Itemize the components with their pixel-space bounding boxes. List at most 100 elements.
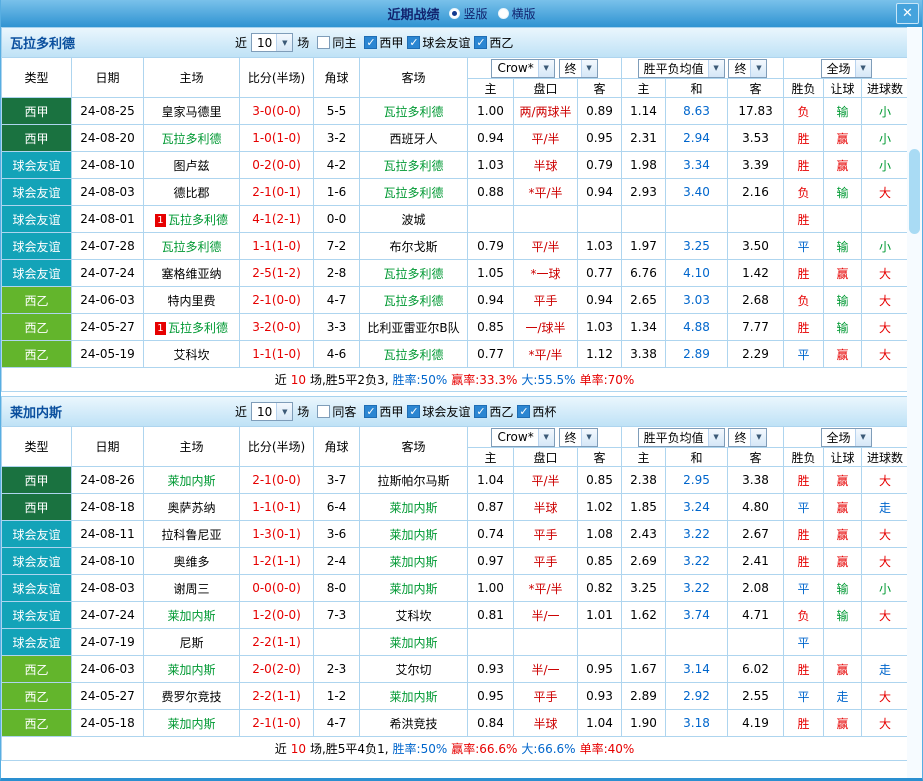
corners: 3-3 xyxy=(313,313,360,341)
avg-type-select[interactable]: 胜平负均值 ▼ xyxy=(637,427,725,447)
avg-away: 1.42 xyxy=(727,259,785,287)
odds-company-select[interactable]: Crow* ▼ xyxy=(491,58,555,78)
avg-draw: 2.89 xyxy=(665,340,729,368)
home-team: 1 瓦拉多利德 xyxy=(143,313,240,341)
away-team: 西班牙人 xyxy=(359,124,468,152)
avg-home: 2.65 xyxy=(621,286,667,314)
summary-text: 场,胜5平4负1, xyxy=(309,742,389,756)
avg-home xyxy=(621,628,667,656)
odds-home: 1.00 xyxy=(467,97,514,125)
league-filter[interactable]: 西甲 xyxy=(364,403,403,420)
match-date: 24-08-20 xyxy=(71,124,144,152)
result-handicap: 输 xyxy=(823,97,863,125)
home-team: 德比郡 xyxy=(143,178,240,206)
match-row: 球会友谊 24-08-10 图卢兹 0-2(0-0) 4-2 瓦拉多利德 1.03 半球 0.7… xyxy=(1,151,910,179)
score: 1-1(1-0) xyxy=(239,340,314,368)
away-team: 希洪竞技 xyxy=(359,709,468,737)
checkbox-icon[interactable] xyxy=(407,404,421,418)
match-row: 球会友谊 24-07-28 瓦拉多利德 1-1(1-0) 7-2 布尔戈斯 0.79 平/半 1… xyxy=(1,232,910,260)
chevron-down-icon: ▼ xyxy=(276,34,293,51)
odds-time-select[interactable]: 终 ▼ xyxy=(558,58,598,78)
checkbox-icon[interactable] xyxy=(407,35,421,49)
result-handicap: 赢 xyxy=(823,655,863,683)
result-handicap xyxy=(823,205,863,233)
match-count-select[interactable]: 10 ▼ xyxy=(251,402,294,421)
league-badge: 西甲 xyxy=(1,97,72,125)
home-team: 塞格维亚纳 xyxy=(143,259,240,287)
scrollbar-thumb[interactable] xyxy=(909,149,920,234)
odds-company-select[interactable]: Crow* ▼ xyxy=(491,427,555,447)
filters: 近 10 ▼ 场 同主 西甲球会友谊西乙 xyxy=(235,33,513,52)
same-venue-filter[interactable]: 同客 xyxy=(317,403,356,420)
team-name: 莱加内斯 xyxy=(10,406,63,421)
checkbox-icon[interactable] xyxy=(317,405,331,418)
titlebar: 近期战绩 竖版 横版 ✕ xyxy=(1,0,922,27)
avg-draw: 2.92 xyxy=(665,682,729,710)
recent-results-window: 近期战绩 竖版 横版 ✕ 瓦拉多利德 近 10 ▼ 场 同主 ✓ 西甲 ✓ 球会… xyxy=(0,0,923,781)
scope-select[interactable]: 全场 ▼ xyxy=(820,58,872,78)
avg-away: 3.38 xyxy=(727,466,785,494)
avg-home: 2.89 xyxy=(621,682,667,710)
chevron-down-icon: ▼ xyxy=(537,59,554,77)
odds-away: 1.08 xyxy=(576,520,623,548)
subcol-avg-home: 主 xyxy=(621,78,667,98)
checkbox-icon[interactable] xyxy=(364,35,378,49)
col-corner: 角球 xyxy=(313,57,360,98)
checkbox-icon[interactable] xyxy=(317,36,331,49)
score: 2-2(1-1) xyxy=(239,682,314,710)
checkbox-icon[interactable] xyxy=(474,404,488,418)
result-wdl: 胜 xyxy=(783,205,825,233)
checkbox-icon[interactable] xyxy=(517,404,531,418)
avg-time-select[interactable]: 终 ▼ xyxy=(728,58,768,78)
home-team: 1 瓦拉多利德 xyxy=(143,205,240,233)
odds-away: 1.03 xyxy=(576,313,623,341)
match-date: 24-05-27 xyxy=(71,682,144,710)
league-filter[interactable]: 球会友谊 xyxy=(407,34,470,51)
scope-select[interactable]: 全场 ▼ xyxy=(820,427,872,447)
avg-draw: 3.14 xyxy=(665,655,729,683)
odds-time-select[interactable]: 终 ▼ xyxy=(558,427,598,447)
avg-away: 6.02 xyxy=(727,655,785,683)
league-filter[interactable]: 西乙 xyxy=(474,34,513,51)
league-filter[interactable]: 球会友谊 xyxy=(407,403,470,420)
radio-unselected-icon[interactable] xyxy=(497,8,509,19)
odds-home: 1.05 xyxy=(467,259,514,287)
odds-home: 0.95 xyxy=(467,682,514,710)
league-filter[interactable]: 西杯 xyxy=(517,403,556,420)
avg-draw: 2.95 xyxy=(665,466,729,494)
same-venue-filter[interactable]: 同主 xyxy=(317,34,356,51)
avg-home: 1.98 xyxy=(621,151,667,179)
league-filters: 西甲球会友谊西乙西杯 xyxy=(360,403,556,421)
handicap: 半球 xyxy=(513,151,578,179)
match-date: 24-08-10 xyxy=(71,151,144,179)
league-filter[interactable]: 西乙 xyxy=(474,403,513,420)
avg-home: 1.34 xyxy=(621,313,667,341)
league-badge: 球会友谊 xyxy=(1,259,72,287)
score: 1-2(1-1) xyxy=(239,547,314,575)
league-filter[interactable]: 西甲 xyxy=(364,34,403,51)
odds-home: 0.77 xyxy=(467,340,514,368)
corners: 1-6 xyxy=(313,178,360,206)
layout-radio-horizontal[interactable]: 横版 xyxy=(497,5,536,22)
summary-text: 10 xyxy=(290,372,306,387)
close-button[interactable]: ✕ xyxy=(896,3,919,24)
avg-draw: 3.40 xyxy=(665,178,729,206)
league-filters: 西甲球会友谊西乙 xyxy=(360,34,513,52)
odds-home: 0.74 xyxy=(467,520,514,548)
checkbox-icon[interactable] xyxy=(364,404,378,418)
layout-radio-vertical[interactable]: 竖版 xyxy=(449,5,488,22)
avg-away: 3.39 xyxy=(727,151,785,179)
scrollbar-track[interactable] xyxy=(907,27,922,778)
corners: 2-4 xyxy=(313,547,360,575)
summary-text: 场,胜5平2负3, xyxy=(309,373,389,387)
match-count-select[interactable]: 10 ▼ xyxy=(251,33,294,52)
result-goals: 小 xyxy=(861,151,910,179)
away-team: 艾尔切 xyxy=(359,655,468,683)
radio-selected-icon[interactable] xyxy=(449,8,461,19)
avg-time-select[interactable]: 终 ▼ xyxy=(728,427,768,447)
checkbox-icon[interactable] xyxy=(474,35,488,49)
subcol-result-goals: 进球数 xyxy=(861,78,910,98)
avg-away: 2.41 xyxy=(727,547,785,575)
match-row: 球会友谊 24-07-24 塞格维亚纳 2-5(1-2) 2-8 瓦拉多利德 1.05 *一球… xyxy=(1,259,910,287)
avg-type-select[interactable]: 胜平负均值 ▼ xyxy=(637,58,725,78)
